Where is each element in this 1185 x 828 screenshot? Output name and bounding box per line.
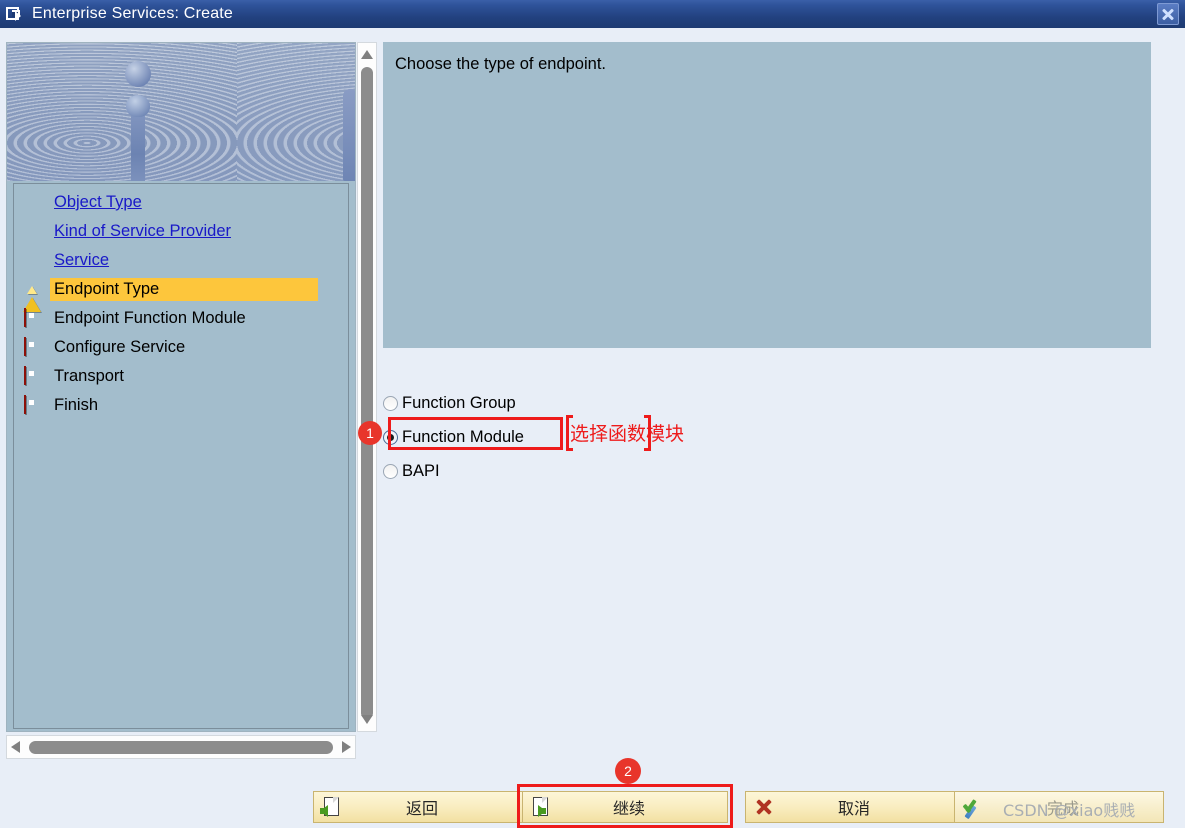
green-ball-icon [22, 222, 42, 242]
sidebar-item-service[interactable]: Service [14, 246, 348, 275]
radio-icon[interactable] [383, 463, 398, 479]
step-label: Service [54, 251, 110, 269]
scroll-up-icon[interactable] [358, 45, 376, 63]
window-object-icon [4, 4, 26, 24]
sidebar-item-kind-of-service-provider[interactable]: Kind of Service Provider [14, 217, 348, 246]
annotation-badge-2: 2 [615, 758, 641, 784]
radio-icon[interactable] [383, 395, 398, 411]
continue-button-label: 继续 [612, 799, 645, 818]
bottom-toolbar: 返回 继续 取消 完成 [0, 786, 1185, 828]
window-title: Enterprise Services: Create [32, 5, 234, 22]
radio-label: Function Module [402, 427, 524, 446]
vertical-scrollbar-thumb[interactable] [361, 67, 373, 719]
sidebar-item-finish[interactable]: Finish [14, 391, 348, 420]
radio-icon-selected[interactable] [383, 429, 398, 445]
close-icon[interactable] [1157, 3, 1179, 25]
page-back-icon [320, 795, 346, 819]
green-check-pen-icon [961, 795, 987, 820]
sidebar-item-object-type[interactable]: Object Type [14, 188, 348, 217]
radio-option-function-module[interactable]: Function Module [383, 420, 1083, 454]
window-titlebar: Enterprise Services: Create [0, 0, 1185, 28]
sidebar-item-endpoint-type[interactable]: Endpoint Type [14, 275, 348, 312]
step-label: Endpoint Type [50, 278, 318, 301]
instruction-text: Choose the type of endpoint. [395, 55, 606, 73]
step-label: Finish [54, 396, 99, 414]
roadmap-step-list: Object Type Kind of Service Provider Ser… [13, 183, 349, 729]
finish-button-label: 完成 [1046, 799, 1079, 818]
back-button-label: 返回 [405, 799, 438, 818]
step-label: Kind of Service Provider [54, 222, 231, 240]
back-button[interactable]: 返回 [313, 791, 523, 823]
vertical-scrollbar[interactable] [357, 42, 377, 732]
yellow-triangle-icon [22, 279, 42, 312]
page-next-icon [529, 795, 555, 819]
red-x-icon [752, 795, 778, 819]
green-ball-icon [22, 251, 42, 271]
step-label: Object Type [54, 193, 142, 211]
red-square-icon [22, 365, 42, 387]
horizontal-scrollbar-thumb[interactable] [29, 740, 333, 754]
sidebar-item-transport[interactable]: Transport [14, 362, 348, 391]
red-square-icon [22, 336, 42, 358]
water-drop-banner-image [7, 43, 355, 181]
cancel-button[interactable]: 取消 [745, 791, 955, 823]
finish-button: 完成 [954, 791, 1164, 823]
annotation-text-1: 选择函数模块 [570, 423, 685, 445]
step-label: Configure Service [54, 338, 186, 356]
horizontal-scrollbar[interactable] [6, 735, 356, 759]
step-label: Endpoint Function Module [54, 309, 246, 327]
instruction-panel: Choose the type of endpoint. [383, 42, 1151, 348]
radio-label: Function Group [402, 393, 516, 412]
sidebar-item-configure-service[interactable]: Configure Service [14, 333, 348, 362]
roadmap-panel: Object Type Kind of Service Provider Ser… [6, 42, 356, 732]
sidebar-item-endpoint-function-module[interactable]: Endpoint Function Module [14, 304, 348, 333]
red-square-icon [22, 394, 42, 416]
radio-option-bapi[interactable]: BAPI [383, 454, 1083, 488]
step-label: Transport [54, 367, 124, 385]
scroll-right-icon[interactable] [337, 736, 355, 758]
continue-button[interactable]: 继续 [522, 791, 728, 823]
red-square-icon [22, 307, 42, 329]
radio-label: BAPI [402, 461, 440, 480]
green-ball-icon [22, 193, 42, 213]
endpoint-type-radio-group: Function Group Function Module BAPI [383, 386, 1083, 488]
scroll-left-icon[interactable] [7, 736, 25, 758]
radio-option-function-group[interactable]: Function Group [383, 386, 1083, 420]
cancel-button-label: 取消 [837, 799, 870, 818]
scroll-down-icon[interactable] [358, 711, 376, 729]
annotation-badge-1: 1 [358, 421, 382, 445]
